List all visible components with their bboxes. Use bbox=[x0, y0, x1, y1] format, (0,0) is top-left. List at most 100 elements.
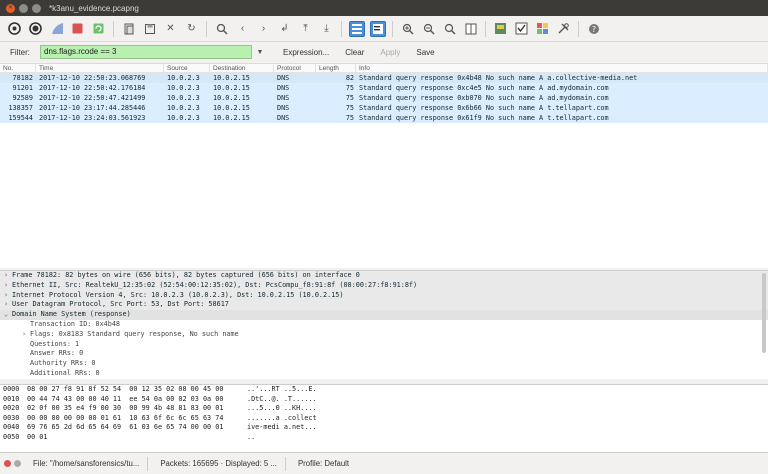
status-separator bbox=[284, 456, 286, 471]
apply-button[interactable]: Apply bbox=[380, 48, 400, 57]
chevron-right-icon[interactable]: › bbox=[4, 281, 12, 291]
zoom-in-icon[interactable] bbox=[400, 21, 416, 37]
cell-protocol: DNS bbox=[277, 114, 290, 122]
cell-length: 75 bbox=[345, 104, 354, 112]
maximize-window-button[interactable] bbox=[32, 3, 41, 13]
column-header-destination[interactable]: Destination bbox=[210, 64, 274, 72]
restart-capture-icon[interactable] bbox=[91, 21, 107, 37]
hex-row[interactable]: 0010 00 44 74 43 00 00 40 11 ee 54 0a 00 … bbox=[0, 395, 768, 405]
auto-scroll-icon[interactable] bbox=[369, 20, 386, 37]
capture-options-icon[interactable] bbox=[28, 21, 44, 37]
interfaces-icon[interactable] bbox=[7, 21, 23, 37]
column-header-protocol[interactable]: Protocol bbox=[274, 64, 316, 72]
status-separator bbox=[147, 456, 149, 471]
resize-columns-icon[interactable] bbox=[463, 21, 479, 37]
column-header-time[interactable]: Time bbox=[36, 64, 164, 72]
normal-size-icon[interactable] bbox=[442, 21, 458, 37]
display-filters-icon[interactable] bbox=[514, 21, 530, 37]
column-header-info[interactable]: Info bbox=[356, 64, 768, 72]
detail-tree-item[interactable]: › Internet Protocol Version 4, Src: 10.0.… bbox=[0, 290, 768, 301]
detail-tree-item[interactable]: ⌄ Domain Name System (response) bbox=[0, 310, 768, 320]
detail-tree-item[interactable]: › Flags: 0x8183 Standard query response, … bbox=[0, 329, 768, 340]
hex-bytes: 00 00 00 00 00 00 01 61 10 63 6f 6c 6c 6… bbox=[27, 413, 224, 422]
open-file-icon[interactable] bbox=[121, 21, 137, 37]
chevron-right-icon[interactable]: › bbox=[4, 271, 12, 281]
preferences-icon[interactable] bbox=[556, 21, 572, 37]
go-back-icon[interactable]: ‹ bbox=[235, 21, 251, 37]
cell-info: Standard query response 0x6b66 No such n… bbox=[359, 104, 609, 112]
cell-destination: 10.0.2.15 bbox=[213, 104, 250, 112]
hex-row[interactable]: 0050 00 01.. bbox=[0, 433, 768, 443]
cell-no: 91201 bbox=[12, 84, 33, 92]
detail-tree-item[interactable]: › User Datagram Protocol, Src Port: 53, D… bbox=[0, 300, 768, 311]
table-row[interactable]: 138357 2017-12-10 23:17:44.285446 10.0.2.3… bbox=[0, 103, 768, 113]
save-file-icon[interactable] bbox=[142, 21, 158, 37]
detail-tree-item[interactable]: Transaction ID: 0x4b48 bbox=[0, 319, 768, 330]
hex-bytes: 00 44 74 43 00 00 40 11 ee 54 0a 00 02 0… bbox=[27, 394, 224, 403]
status-bar: File: "/home/sansforensics/tu... Packets… bbox=[0, 452, 768, 474]
table-row[interactable]: 92589 2017-12-10 22:50:47.421499 10.0.2.3 1… bbox=[0, 93, 768, 103]
cell-time: 2017-12-10 22:50:47.421499 bbox=[39, 94, 146, 102]
detail-text: Authority RRs: 0 bbox=[30, 359, 96, 368]
detail-text: User Datagram Protocol, Src Port: 53, Ds… bbox=[12, 300, 229, 309]
display-filter-input[interactable]: dns.flags.rcode == 3 bbox=[40, 45, 252, 59]
hex-row[interactable]: 0020 02 0f 00 35 e4 f9 00 30 00 99 4b 48 … bbox=[0, 404, 768, 414]
cell-time: 2017-12-10 23:24:03.561923 bbox=[39, 114, 146, 122]
coloring-rules-icon[interactable] bbox=[535, 21, 551, 37]
help-icon[interactable]: ? bbox=[586, 21, 602, 37]
clear-button[interactable]: Clear bbox=[345, 48, 364, 57]
hex-offset: 0040 bbox=[3, 423, 20, 432]
cell-time: 2017-12-10 22:50:42.176184 bbox=[39, 84, 146, 92]
comments-icon[interactable] bbox=[14, 460, 21, 467]
hex-row[interactable]: 0000 08 00 27 f8 91 8f 52 54 00 12 35 02 … bbox=[0, 385, 768, 395]
chevron-down-icon[interactable]: ▼ bbox=[253, 45, 267, 59]
start-capture-icon[interactable] bbox=[49, 21, 65, 37]
detail-tree-item[interactable]: Questions: 1 bbox=[0, 339, 768, 350]
column-header-length[interactable]: Length bbox=[316, 64, 356, 72]
zoom-out-icon[interactable] bbox=[421, 21, 437, 37]
expert-info-icon[interactable] bbox=[4, 460, 11, 467]
save-filter-button[interactable]: Save bbox=[416, 48, 434, 57]
reload-icon[interactable]: ↻ bbox=[184, 21, 200, 37]
detail-tree-item[interactable]: › Frame 78182: 82 bytes on wire (656 bits… bbox=[0, 271, 768, 281]
hex-row[interactable]: 0030 00 00 00 00 00 00 01 61 10 63 6f 6c … bbox=[0, 414, 768, 424]
go-to-packet-icon[interactable]: ↲ bbox=[277, 21, 293, 37]
column-header-no[interactable]: No. bbox=[0, 64, 36, 72]
detail-tree-item[interactable]: Additional RRs: 0 bbox=[0, 368, 768, 379]
close-file-icon[interactable]: ✕ bbox=[163, 21, 179, 37]
expression-button[interactable]: Expression... bbox=[283, 48, 329, 57]
stop-capture-icon[interactable] bbox=[70, 21, 86, 37]
cell-protocol: DNS bbox=[277, 104, 290, 112]
status-profile[interactable]: Profile: Default bbox=[298, 459, 349, 468]
capture-filters-icon[interactable] bbox=[493, 21, 509, 37]
detail-text: Questions: 1 bbox=[30, 339, 80, 348]
chevron-down-icon[interactable]: ⌄ bbox=[4, 310, 12, 320]
cell-info: Standard query response 0x4b48 No such n… bbox=[359, 74, 638, 82]
go-forward-icon[interactable]: › bbox=[256, 21, 272, 37]
minimize-window-button[interactable] bbox=[19, 3, 28, 13]
last-packet-icon[interactable]: ⤓ bbox=[319, 21, 335, 37]
cell-protocol: DNS bbox=[277, 74, 290, 82]
chevron-right-icon[interactable]: › bbox=[4, 291, 12, 301]
find-packet-icon[interactable] bbox=[214, 21, 230, 37]
table-row[interactable]: 78182 2017-12-10 22:50:23.068769 10.0.2.3 1… bbox=[0, 73, 768, 83]
table-row[interactable]: 91201 2017-12-10 22:50:42.176184 10.0.2.3 1… bbox=[0, 83, 768, 93]
colorize-icon[interactable] bbox=[348, 20, 365, 37]
chevron-right-icon[interactable]: › bbox=[22, 330, 30, 340]
cell-time: 2017-12-10 22:50:23.068769 bbox=[39, 74, 146, 82]
chevron-right-icon[interactable]: › bbox=[4, 300, 12, 310]
cell-destination: 10.0.2.15 bbox=[213, 94, 250, 102]
first-packet-icon[interactable]: ⤒ bbox=[298, 21, 314, 37]
close-window-button[interactable]: ✕ bbox=[6, 3, 15, 13]
detail-text: Transaction ID: 0x4b48 bbox=[30, 319, 121, 328]
detail-tree-item[interactable]: Answer RRs: 0 bbox=[0, 349, 768, 360]
table-row[interactable]: 159544 2017-12-10 23:24:03.561923 10.0.2.3… bbox=[0, 113, 768, 123]
detail-tree-item[interactable]: › Ethernet II, Src: RealtekU_12:35:02 (52… bbox=[0, 280, 768, 291]
svg-text:?: ? bbox=[591, 25, 595, 34]
cell-info: Standard query response 0x61f9 No such n… bbox=[359, 114, 609, 122]
column-header-source[interactable]: Source bbox=[164, 64, 210, 72]
detail-tree-item[interactable]: Authority RRs: 0 bbox=[0, 359, 768, 369]
hex-offset: 0010 bbox=[3, 394, 20, 403]
details-scrollbar[interactable] bbox=[762, 273, 766, 353]
hex-row[interactable]: 0040 69 76 65 2d 6d 65 64 69 61 03 6e 65 … bbox=[0, 423, 768, 433]
